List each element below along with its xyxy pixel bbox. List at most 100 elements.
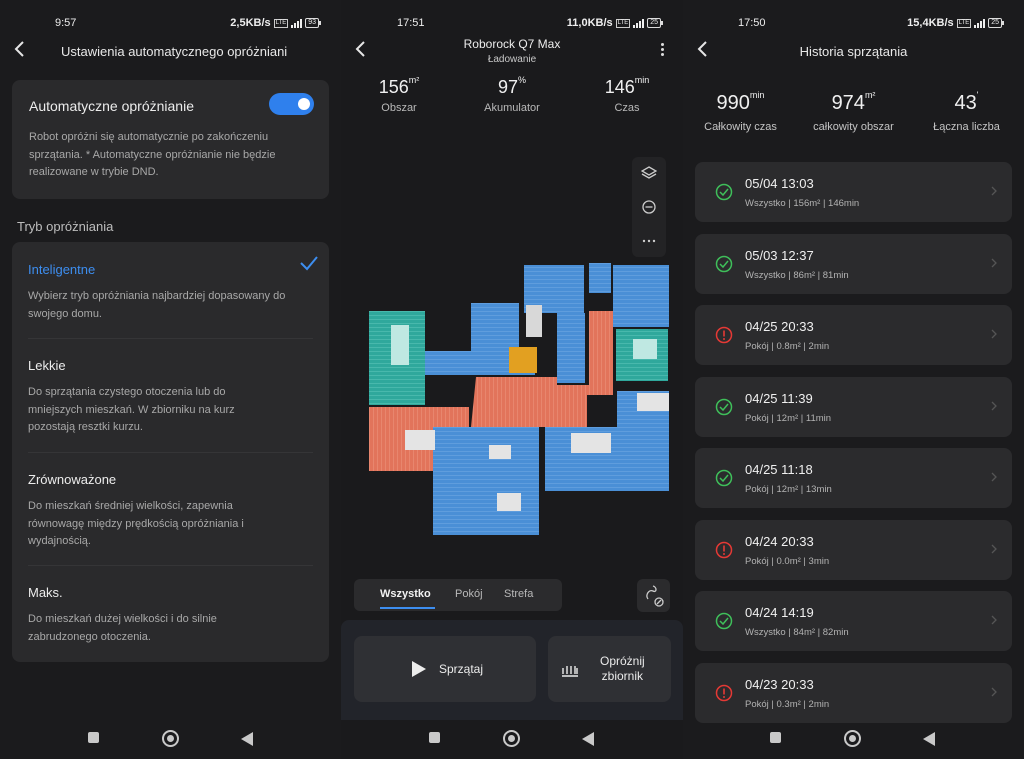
history-record[interactable]: 04/25 11:39 Pokój | 12m² | 11min bbox=[695, 376, 1012, 437]
recents-button[interactable] bbox=[770, 732, 781, 743]
stat-unit: m² bbox=[408, 75, 420, 85]
room-yellow[interactable] bbox=[509, 347, 537, 373]
empty-bin-button[interactable]: Opróżnij zbiornik bbox=[548, 636, 671, 702]
lte-icon: LTE bbox=[273, 18, 289, 28]
success-icon bbox=[715, 612, 733, 630]
stat-label: Obszar bbox=[381, 102, 417, 114]
record-info: Pokój | 12m² | 13min bbox=[745, 484, 832, 495]
empty-bin-label-line1: Opróżnij bbox=[600, 654, 645, 668]
chevron-right-icon bbox=[991, 687, 997, 696]
mode-option-intelligent[interactable]: Inteligentne Wybierz tryb opróżniania na… bbox=[12, 256, 329, 323]
status-speed: 2,5KB/s bbox=[230, 17, 271, 29]
total-time: 990min Całkowity czas bbox=[693, 90, 788, 133]
total-unit: min bbox=[749, 90, 765, 100]
recents-button[interactable] bbox=[88, 732, 99, 743]
success-icon bbox=[715, 183, 733, 201]
mode-option-max[interactable]: Maks. Do mieszkań dużej wielkości i do s… bbox=[12, 585, 329, 646]
clean-button-label: Sprzątaj bbox=[439, 662, 484, 676]
system-back-button[interactable] bbox=[241, 732, 253, 746]
more-tools-icon[interactable] bbox=[641, 233, 657, 249]
record-info: Pokój | 0.3m² | 2min bbox=[745, 698, 830, 710]
mode-option-balanced[interactable]: Zrównoważone Do mieszkań średniej wielko… bbox=[12, 472, 329, 551]
room-blue-mid[interactable] bbox=[471, 303, 519, 353]
map-edit-button[interactable] bbox=[637, 579, 670, 612]
total-count: 43' Łączna liczba bbox=[919, 90, 1014, 133]
record-info: Pokój | 12m² | 11min bbox=[745, 412, 832, 424]
no-go-zone-icon[interactable] bbox=[641, 199, 657, 215]
room-blue-small[interactable] bbox=[589, 263, 611, 293]
history-record[interactable]: 05/03 12:37 Wszystko | 86m² | 81min bbox=[695, 233, 1012, 294]
more-options-icon[interactable] bbox=[661, 43, 665, 58]
mode-description: Wybierz tryb opróżniania najbardziej dop… bbox=[28, 290, 286, 320]
checkmark-icon bbox=[300, 256, 318, 271]
back-arrow-icon bbox=[14, 41, 24, 57]
room-blue-bottom[interactable] bbox=[433, 427, 539, 535]
lte-icon: LTE bbox=[615, 18, 631, 28]
tab-all[interactable]: Wszystko bbox=[380, 588, 431, 600]
section-label: Tryb opróżniania bbox=[17, 219, 114, 234]
stat-time: 146min Czas bbox=[597, 75, 657, 114]
mode-title: Zrównoważone bbox=[28, 472, 117, 487]
home-button[interactable] bbox=[503, 730, 520, 747]
history-record[interactable]: 04/24 14:19 Wszystko | 84m² | 82min bbox=[695, 591, 1012, 651]
back-button[interactable] bbox=[10, 38, 32, 60]
route-icon bbox=[646, 585, 664, 607]
status-bar: 9:57 2,5KB/s LTE 93 bbox=[0, 15, 341, 31]
room-blue-right-top[interactable] bbox=[613, 265, 669, 327]
furniture bbox=[497, 493, 521, 511]
room-blue-hall[interactable] bbox=[557, 313, 585, 383]
success-icon bbox=[715, 255, 733, 272]
clean-mode-tabs: Wszystko Pokój Strefa bbox=[354, 579, 562, 611]
clean-button[interactable]: Sprzątaj bbox=[354, 636, 536, 702]
record-date: 05/04 13:03 bbox=[745, 176, 814, 191]
history-record[interactable]: 05/04 13:03 Wszystko | 156m² | 146min bbox=[695, 162, 1012, 222]
record-date: 04/25 11:18 bbox=[745, 462, 813, 477]
furniture bbox=[571, 433, 611, 453]
auto-empty-toggle[interactable] bbox=[269, 93, 314, 115]
tab-zone[interactable]: Strefa bbox=[504, 588, 533, 600]
lte-icon: LTE bbox=[956, 18, 972, 28]
layers-icon[interactable] bbox=[641, 165, 657, 181]
system-back-button[interactable] bbox=[582, 732, 594, 746]
record-info: Wszystko | 156m² | 146min bbox=[745, 198, 860, 209]
total-value: 974 bbox=[831, 92, 865, 114]
home-button[interactable] bbox=[162, 730, 179, 747]
system-nav-bar bbox=[0, 717, 341, 759]
chevron-right-icon bbox=[991, 186, 997, 196]
history-record[interactable]: 04/23 20:33 Pokój | 0.3m² | 2min bbox=[695, 662, 1012, 723]
history-record[interactable]: 04/25 11:18 Pokój | 12m² | 13min bbox=[695, 448, 1012, 508]
cleaning-map[interactable] bbox=[361, 255, 671, 545]
mode-option-light[interactable]: Lekkie Do sprzątania czystego otoczenia … bbox=[12, 358, 329, 437]
error-icon bbox=[715, 541, 733, 558]
robot-status: Ładowanie bbox=[487, 54, 537, 65]
record-info: Pokój | 0.8m² | 2min bbox=[745, 341, 830, 352]
toggle-knob bbox=[298, 98, 310, 110]
total-value: 990 bbox=[716, 92, 750, 114]
total-label: Całkowity czas bbox=[704, 121, 777, 133]
signal-icon bbox=[291, 18, 303, 28]
stat-value: 146 bbox=[604, 77, 635, 97]
status-speed: 11,0KB/s bbox=[566, 17, 613, 29]
play-icon bbox=[412, 661, 426, 677]
recents-button[interactable] bbox=[429, 732, 440, 743]
stat-unit: % bbox=[518, 75, 527, 85]
history-record[interactable]: 04/25 20:33 Pokój | 0.8m² | 2min bbox=[695, 305, 1012, 365]
history-record[interactable]: 04/24 20:33 Pokój | 0.0m² | 3min bbox=[695, 519, 1012, 580]
stat-area: 156m² Obszar bbox=[369, 75, 429, 114]
mode-description: Do mieszkań dużej wielkości i do silnie … bbox=[28, 613, 217, 643]
system-nav-bar bbox=[341, 717, 683, 759]
record-date: 04/23 20:33 bbox=[745, 676, 814, 692]
mode-title: Inteligentne bbox=[28, 262, 96, 277]
system-back-button[interactable] bbox=[923, 732, 935, 746]
stat-unit: min bbox=[634, 75, 650, 85]
tab-room[interactable]: Pokój bbox=[455, 588, 483, 600]
total-label: Łączna liczba bbox=[933, 121, 1000, 133]
signal-icon bbox=[974, 18, 986, 28]
robot-name: Roborock Q7 Max bbox=[463, 37, 561, 51]
status-speed: 15,4KB/s bbox=[907, 17, 954, 29]
mode-description: Do sprzątania czystego otoczenia lub do … bbox=[28, 386, 235, 433]
furniture bbox=[489, 445, 511, 459]
home-button[interactable] bbox=[844, 730, 861, 747]
total-value: 43 bbox=[954, 92, 977, 114]
auto-empty-label: Automatyczne opróżnianie bbox=[29, 98, 194, 114]
